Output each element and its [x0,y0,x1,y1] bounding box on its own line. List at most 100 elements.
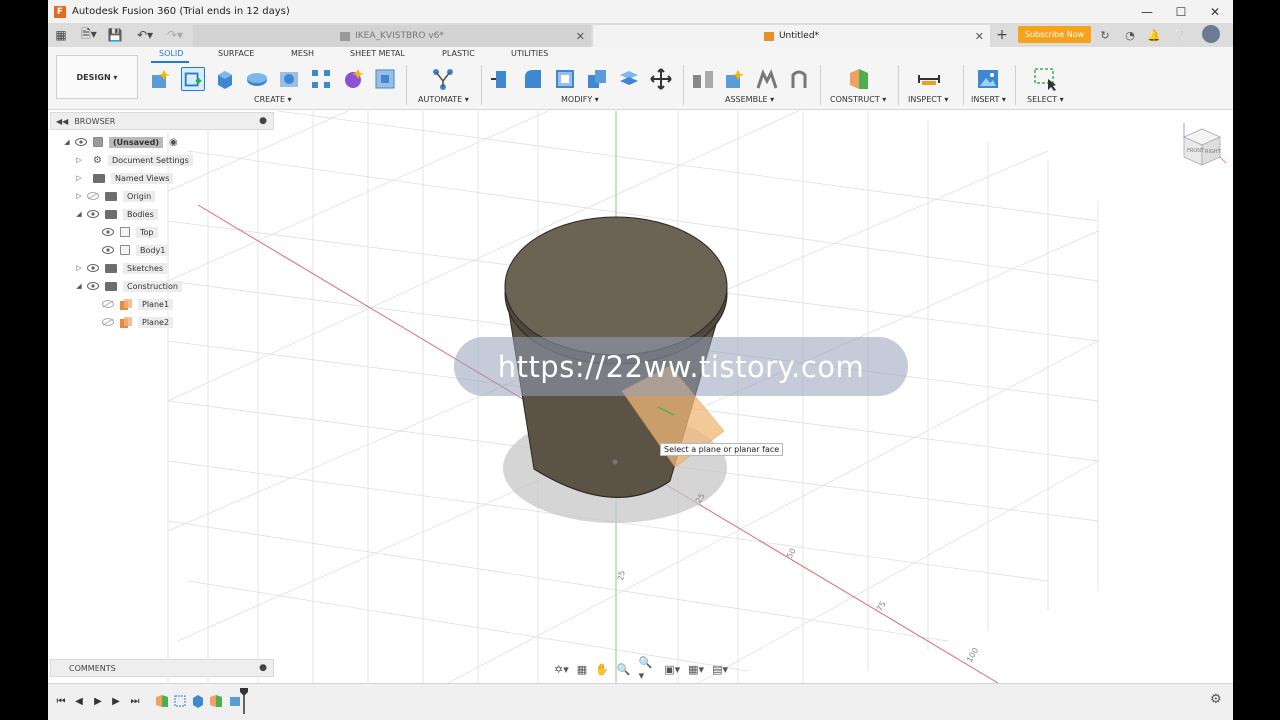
measure-icon[interactable] [917,67,941,91]
create-group-label[interactable]: CREATE ▾ [254,95,292,104]
collapse-triangle-icon[interactable]: ◢ [63,138,71,146]
pan-icon[interactable]: ✋ [595,663,609,676]
offset-face-icon[interactable] [617,67,641,91]
viewports-icon[interactable]: ▤▾ [712,663,728,676]
new-tab-icon[interactable]: + [993,26,1011,44]
step-back-icon[interactable]: ◀ [72,694,86,708]
eye-hidden-icon[interactable] [87,192,99,200]
expand-triangle-icon[interactable]: ▷ [75,156,83,164]
zoom-icon[interactable]: 🔍 [617,663,631,676]
redo-icon[interactable]: ↷▾ [164,26,186,44]
create-sketch-icon[interactable] [181,67,205,91]
look-at-icon[interactable]: ▦ [577,663,587,676]
expand-triangle-icon[interactable]: ▷ [75,264,83,272]
tree-item-named-views[interactable]: ▷ Named Views [75,171,174,185]
eye-icon[interactable] [102,228,114,236]
collapse-triangle-icon[interactable]: ◢ [75,282,83,290]
form-icon[interactable] [341,67,365,91]
new-component-icon[interactable] [149,67,173,91]
joint-origin-icon[interactable] [787,67,811,91]
eye-icon[interactable] [87,210,99,218]
panel-pin-icon[interactable]: ● [259,116,267,126]
select-group-label[interactable]: SELECT ▾ [1027,95,1064,104]
tree-item-body1[interactable]: Body1 [98,243,170,257]
viewcube[interactable]: FRONT RIGHT [1176,119,1228,171]
press-pull-icon[interactable] [489,67,513,91]
save-icon[interactable]: 💾 [108,26,123,44]
go-to-start-icon[interactable]: ⏮ [54,694,68,708]
collapse-panel-icon[interactable]: ◀◀ [56,117,68,126]
assemble-group-label[interactable]: ASSEMBLE ▾ [725,95,774,104]
file-menu-icon[interactable]: 🗎▾ [78,26,100,44]
shell-icon[interactable] [553,67,577,91]
automate-icon[interactable] [431,67,455,91]
undo-icon[interactable]: ↶▾ [134,26,156,44]
fit-icon[interactable]: 🔍▾ [639,656,657,682]
eye-hidden-icon[interactable] [102,318,114,326]
insert-group-label[interactable]: INSERT ▾ [971,95,1006,104]
tab-solid[interactable]: SOLID [159,49,183,58]
timeline-settings-gear-icon[interactable]: ⚙ [1210,692,1222,707]
derive-icon[interactable] [373,67,397,91]
new-component-assemble-icon[interactable] [723,67,747,91]
eye-icon[interactable] [87,264,99,272]
close-button[interactable]: ✕ [1198,0,1232,23]
pattern-icon[interactable] [309,67,333,91]
revolve-icon[interactable] [245,67,269,91]
step-forward-icon[interactable]: ▶ [109,694,123,708]
notifications-icon[interactable]: 🔔 [1145,26,1163,44]
tree-item-construction[interactable]: ◢ Construction [75,279,182,293]
scene-svg[interactable]: 25 50 75 100 25 [48,111,1233,683]
play-icon[interactable]: ▶ [91,694,105,708]
eye-icon[interactable] [102,246,114,254]
construct-group-label[interactable]: CONSTRUCT ▾ [830,95,886,104]
tab-utilities[interactable]: UTILITIES [511,49,548,58]
orbit-icon[interactable]: ✡▾ [554,663,569,676]
timeline-extrude-feature-icon[interactable] [191,694,205,708]
automate-group-label[interactable]: AUTOMATE ▾ [418,95,469,104]
maximize-button[interactable]: ☐ [1164,0,1198,23]
tree-item-plane1[interactable]: Plane1 [98,297,174,311]
tab-surface[interactable]: SURFACE [218,49,254,58]
comments-panel-header[interactable]: COMMENTS ● [50,659,274,677]
close-tab-icon[interactable]: ✕ [975,30,984,43]
select-window-icon[interactable] [1033,67,1057,91]
tab-ikea-kvistbro[interactable]: IKEA_KVISTBRO v6* ✕ [193,25,591,47]
move-copy-icon[interactable] [649,67,673,91]
browser-panel-header[interactable]: ◀◀ BROWSER ● [50,112,274,130]
tree-item-origin[interactable]: ▷ Origin [75,189,156,203]
tab-sheet-metal[interactable]: SHEET METAL [350,49,405,58]
minimize-button[interactable]: — [1130,0,1164,23]
tree-item-sketches[interactable]: ▷ Sketches [75,261,168,275]
as-built-joint-icon[interactable] [755,67,779,91]
eye-icon[interactable] [75,138,87,146]
combine-icon[interactable] [585,67,609,91]
grid-settings-icon[interactable]: ▦▾ [688,663,704,676]
timeline-plane-feature-icon[interactable] [155,694,169,708]
expand-triangle-icon[interactable]: ▷ [75,174,83,182]
fillet-icon[interactable] [521,67,545,91]
activate-radio-icon[interactable]: ◉ [169,137,178,148]
construct-plane-icon[interactable] [847,67,871,91]
workspace-switcher[interactable]: DESIGN ▾ [56,55,138,99]
hole-icon[interactable] [277,67,301,91]
tab-plastic[interactable]: PLASTIC [442,49,475,58]
tree-item-plane2[interactable]: Plane2 [98,315,174,329]
close-tab-icon[interactable]: ✕ [576,30,585,43]
timeline-plane2-feature-icon[interactable] [209,694,223,708]
go-to-end-icon[interactable]: ⏭ [128,694,142,708]
canvas-viewport[interactable]: 25 50 75 100 25 FRONT RIGHT [48,111,1233,683]
top-body-face[interactable] [504,216,728,356]
tab-untitled[interactable]: Untitled* ✕ [593,25,990,47]
timeline-marker[interactable] [240,688,248,714]
subscribe-button[interactable]: Subscribe Now [1018,26,1091,43]
modify-group-label[interactable]: MODIFY ▾ [561,95,599,104]
expand-triangle-icon[interactable]: ▷ [75,192,83,200]
display-settings-icon[interactable]: ▣▾ [664,663,680,676]
tree-item-document-settings[interactable]: ▷ ⚙ Document Settings [75,153,193,167]
joint-icon[interactable] [691,67,715,91]
avatar[interactable] [1202,25,1220,43]
tree-item-top[interactable]: Top [98,225,158,239]
insert-image-icon[interactable] [976,67,1000,91]
collapse-triangle-icon[interactable]: ◢ [75,210,83,218]
